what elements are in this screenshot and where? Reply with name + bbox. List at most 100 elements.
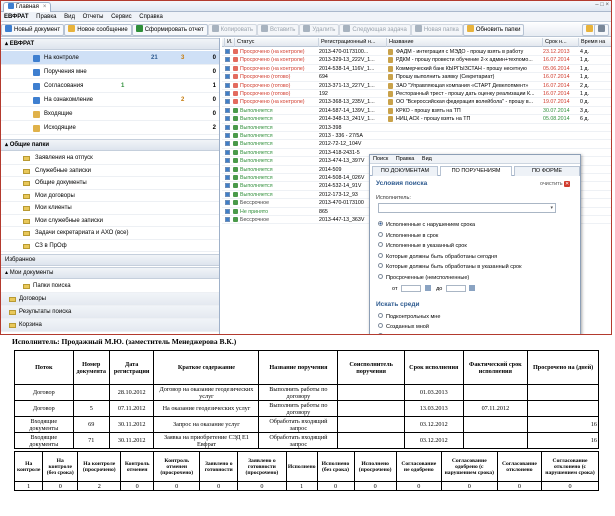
clear-link[interactable]: очистить ✕ (540, 181, 571, 187)
row-checkbox[interactable] (225, 82, 230, 88)
row-checkbox[interactable] (225, 141, 230, 147)
popup-menu-edit[interactable]: Правка (393, 156, 418, 162)
condition-option[interactable]: Просроченные (неисполненные) (378, 273, 469, 281)
toolbar-button[interactable]: Копировать (207, 24, 257, 36)
close-icon[interactable]: × (43, 4, 47, 10)
radio-button[interactable] (378, 323, 383, 328)
column-header[interactable]: Название (386, 38, 542, 47)
table-row[interactable]: Выполняется 2012-72-12_104V (222, 140, 611, 149)
folder-group-mydocs[interactable]: ▴ Мои документы (1, 267, 219, 279)
row-checkbox[interactable] (225, 91, 230, 96)
radio-button[interactable] (378, 263, 383, 268)
table-row[interactable]: Просрочено (на контроле) 2013-470-0173100… (222, 48, 611, 57)
column-header[interactable]: Статус (234, 38, 318, 47)
menu-evfrat[interactable]: ЕВФРАТ (1, 12, 31, 22)
toolbar-button[interactable]: Новое сообщение (64, 24, 132, 36)
menu-service[interactable]: Сервис (108, 12, 135, 22)
popup-menu-view[interactable]: Вид (419, 156, 435, 162)
row-checkbox[interactable] (225, 149, 230, 155)
column-header[interactable]: Срок н... (542, 38, 578, 47)
mydocs-item[interactable]: Папки поиска (1, 280, 219, 293)
radio-button[interactable] (378, 231, 383, 237)
radio-button[interactable] (378, 313, 383, 318)
table-row[interactable]: Просрочено (на контроле) 2013-329-13_222V… (222, 56, 611, 65)
row-checkbox[interactable] (225, 124, 230, 130)
row-checkbox[interactable] (225, 57, 230, 63)
row-checkbox[interactable] (225, 166, 230, 172)
row-checkbox[interactable] (225, 65, 230, 71)
table-row[interactable]: Просрочено (на контроле) 2014-538-14_116V… (222, 65, 611, 74)
row-checkbox[interactable] (225, 107, 230, 113)
column-header[interactable]: Регистрационный н... (318, 38, 386, 47)
row-checkbox[interactable] (225, 49, 230, 54)
folder-item[interactable]: Исходящие 2 (1, 121, 219, 135)
table-row[interactable]: Просрочено (готово) 2013-371-13_227V_1...… (222, 82, 611, 90)
window-controls[interactable]: ‒ □ × (595, 2, 609, 8)
folder-item[interactable]: Входящие 0 (1, 107, 219, 121)
filter-button[interactable] (594, 24, 609, 36)
condition-option[interactable]: Исполненные в указанный срок (378, 242, 467, 249)
tab-by-orders[interactable]: ПО ПОРУЧЕНИЯМ (440, 166, 512, 176)
radio-button[interactable] (378, 252, 383, 258)
toolbar-button[interactable]: Сформировать отчет (131, 24, 208, 36)
calendar-icon[interactable] (424, 285, 431, 291)
folder-item[interactable]: На ознакомление 2 0 (1, 93, 219, 107)
mydocs-item[interactable]: Результаты поиска (1, 306, 219, 319)
table-row[interactable]: Выполняется 2014-587-14_139V_1... КРКО - п… (222, 107, 611, 116)
row-checkbox[interactable] (225, 99, 230, 105)
folder-item[interactable]: На контроле 21 3 0 (1, 51, 219, 65)
row-checkbox[interactable] (225, 133, 230, 138)
popup-menu-search[interactable]: Поиск (370, 156, 391, 162)
tab-home[interactable]: Главная × (3, 2, 52, 12)
row-checkbox[interactable] (225, 217, 230, 222)
radio-button[interactable] (378, 273, 383, 279)
among-option[interactable]: Созданных мной (378, 323, 429, 330)
common-folder-item[interactable]: Служебные записки (1, 165, 219, 177)
table-row[interactable]: Выполняется 2013-398 (222, 124, 611, 132)
common-folder-item[interactable]: Мои клиенты (1, 202, 219, 215)
table-row[interactable]: Просрочено (готово) 694 Прошу выполнить за… (222, 73, 611, 82)
condition-option[interactable]: Исполненные в срок (378, 231, 438, 239)
executor-input[interactable]: ▾ (378, 203, 556, 213)
radio-button[interactable] (378, 242, 383, 247)
common-folder-item[interactable]: Мои договоры (1, 190, 219, 202)
folder-item[interactable]: Поручения мне 0 (1, 65, 219, 79)
toolbar-button[interactable]: Вставить (256, 24, 300, 36)
column-header[interactable]: Время на (578, 38, 611, 47)
among-option[interactable]: Подконтрольных мне (378, 313, 440, 320)
folder-group-favorites[interactable]: Избранное (1, 254, 219, 266)
folder-group-common[interactable]: ▴ Общие папки (1, 139, 219, 151)
column-header[interactable]: И. (224, 38, 234, 47)
menu-help[interactable]: Справка (136, 12, 166, 22)
among-option[interactable]: Всех (378, 333, 398, 334)
common-folder-item[interactable]: Мои служебные записки (1, 215, 219, 227)
mydocs-item[interactable]: Корзина (1, 319, 219, 332)
radio-button[interactable] (378, 333, 383, 334)
condition-option[interactable]: Которые должны быть обработаны в указанн… (378, 263, 521, 270)
mydocs-item[interactable]: Договоры (1, 293, 219, 306)
radio-button[interactable] (378, 221, 383, 226)
tab-by-documents[interactable]: ПО ДОКУМЕНТАМ (372, 166, 438, 176)
toolbar-button[interactable]: Новый документ (1, 24, 65, 36)
toolbar-button[interactable]: Следующая задача (339, 24, 411, 36)
common-folder-item[interactable]: СЗ в ПрОф (1, 240, 219, 252)
table-row[interactable]: Просрочено (готово) 192 Ресторанный трест … (222, 90, 611, 99)
common-folder-item[interactable]: Общие документы (1, 177, 219, 190)
menu-edit[interactable]: Правка (33, 12, 59, 22)
toolbar-button[interactable]: Обновить папки (462, 24, 525, 36)
date-to-input[interactable] (445, 285, 466, 292)
calendar-icon[interactable] (469, 285, 476, 291)
table-row[interactable]: Просрочено (на контроле) 2013-368-13_235V… (222, 98, 611, 107)
menu-view[interactable]: Вид (61, 12, 78, 22)
folder-group-evfrat[interactable]: ▴ ЕВФРАТ (1, 38, 219, 50)
date-from-input[interactable] (401, 285, 421, 292)
table-row[interactable]: Выполняется 2013 - 336 - 27/5А (222, 132, 611, 141)
table-row[interactable]: Выполняется 2014-348-13_241V_1... НИЦ АСК … (222, 115, 611, 124)
condition-option[interactable]: Которые должны быть обработаны сегодня (378, 252, 497, 260)
common-folder-item[interactable]: Задачи секретариата и АХО (все) (1, 227, 219, 240)
row-checkbox[interactable] (225, 200, 230, 206)
row-checkbox[interactable] (225, 74, 230, 80)
row-checkbox[interactable] (225, 208, 230, 214)
condition-option[interactable]: Исполненные с нарушением срока (378, 221, 475, 228)
menu-reports[interactable]: Отчеты (80, 12, 107, 22)
